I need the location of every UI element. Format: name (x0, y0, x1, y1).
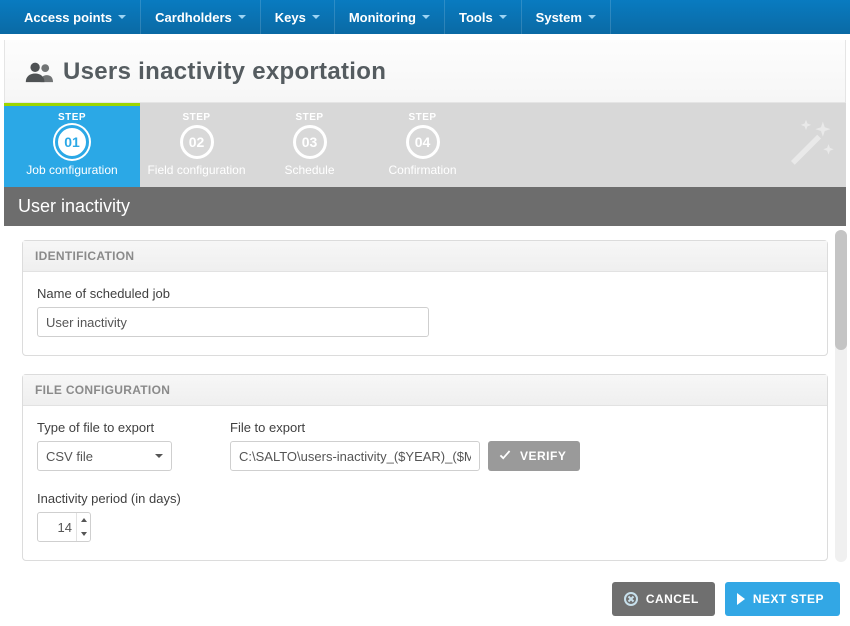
wizard-footer: CANCEL NEXT STEP (612, 582, 840, 616)
chevron-down-icon (118, 15, 126, 19)
step-eyebrow: STEP (253, 112, 366, 123)
nav-item-monitoring[interactable]: Monitoring (335, 0, 445, 34)
magic-wand-icon (776, 116, 836, 179)
wizard-step-job-configuration[interactable]: STEP 01 Job configuration (4, 106, 140, 187)
stepper-up-button[interactable] (77, 513, 90, 527)
users-icon (25, 61, 53, 83)
nav-item-label: Access points (24, 10, 112, 25)
nav-item-label: Cardholders (155, 10, 232, 25)
top-nav: Access points Cardholders Keys Monitorin… (0, 0, 850, 34)
file-type-value: CSV file (46, 449, 93, 464)
verify-button[interactable]: VERIFY (488, 441, 580, 471)
section-title: User inactivity (4, 187, 846, 226)
nav-item-tools[interactable]: Tools (445, 0, 522, 34)
panel-title: FILE CONFIGURATION (23, 375, 827, 406)
content: IDENTIFICATION Name of scheduled job FIL… (4, 226, 846, 566)
inactivity-period-label: Inactivity period (in days) (37, 491, 813, 506)
step-number: 02 (180, 125, 214, 159)
nav-item-system[interactable]: System (522, 0, 611, 34)
wizard-step-schedule[interactable]: STEP 03 Schedule (253, 106, 366, 187)
file-configuration-panel: FILE CONFIGURATION Type of file to expor… (22, 374, 828, 561)
wizard-step-field-configuration[interactable]: STEP 02 Field configuration (140, 106, 253, 187)
step-label: Confirmation (366, 163, 479, 177)
nav-item-keys[interactable]: Keys (261, 0, 335, 34)
file-path-input[interactable] (230, 441, 480, 471)
nav-item-label: Tools (459, 10, 493, 25)
chevron-down-icon (81, 532, 87, 536)
next-step-button-label: NEXT STEP (753, 592, 824, 606)
chevron-down-icon (499, 15, 507, 19)
play-icon (737, 593, 745, 605)
chevron-down-icon (238, 15, 246, 19)
step-eyebrow: STEP (140, 112, 253, 123)
name-label: Name of scheduled job (37, 286, 813, 301)
nav-item-label: Keys (275, 10, 306, 25)
panel-title: IDENTIFICATION (23, 241, 827, 272)
inactivity-period-value: 14 (38, 520, 76, 535)
stepper-down-button[interactable] (77, 527, 90, 541)
step-number: 04 (406, 125, 440, 159)
step-label: Schedule (253, 163, 366, 177)
chevron-down-icon (588, 15, 596, 19)
step-label: Field configuration (140, 163, 253, 177)
step-number: 03 (293, 125, 327, 159)
cancel-button[interactable]: CANCEL (612, 582, 715, 616)
wizard-step-confirmation[interactable]: STEP 04 Confirmation (366, 106, 479, 187)
cancel-button-label: CANCEL (646, 592, 699, 606)
step-eyebrow: STEP (366, 112, 479, 123)
nav-item-label: Monitoring (349, 10, 416, 25)
step-label: Job configuration (4, 163, 140, 177)
page-header: Users inactivity exportation (4, 40, 846, 103)
step-number: 01 (55, 125, 89, 159)
verify-button-label: VERIFY (520, 449, 566, 463)
chevron-down-icon (422, 15, 430, 19)
chevron-up-icon (81, 518, 87, 522)
file-type-select[interactable]: CSV file (37, 441, 172, 471)
page-title: Users inactivity exportation (63, 58, 386, 86)
file-type-label: Type of file to export (37, 420, 172, 435)
scrollbar[interactable] (835, 230, 847, 562)
nav-item-access-points[interactable]: Access points (10, 0, 141, 34)
check-icon (498, 449, 512, 463)
chevron-down-icon (312, 15, 320, 19)
chevron-down-icon (155, 454, 163, 458)
nav-item-cardholders[interactable]: Cardholders (141, 0, 261, 34)
scheduled-job-name-input[interactable] (37, 307, 429, 337)
close-icon (624, 592, 638, 606)
nav-item-label: System (536, 10, 582, 25)
scrollbar-thumb[interactable] (835, 230, 847, 350)
wizard-steps: STEP 01 Job configuration STEP 02 Field … (4, 103, 846, 187)
step-eyebrow: STEP (4, 112, 140, 123)
next-step-button[interactable]: NEXT STEP (725, 582, 840, 616)
identification-panel: IDENTIFICATION Name of scheduled job (22, 240, 828, 356)
inactivity-period-stepper[interactable]: 14 (37, 512, 91, 542)
file-path-label: File to export (230, 420, 580, 435)
